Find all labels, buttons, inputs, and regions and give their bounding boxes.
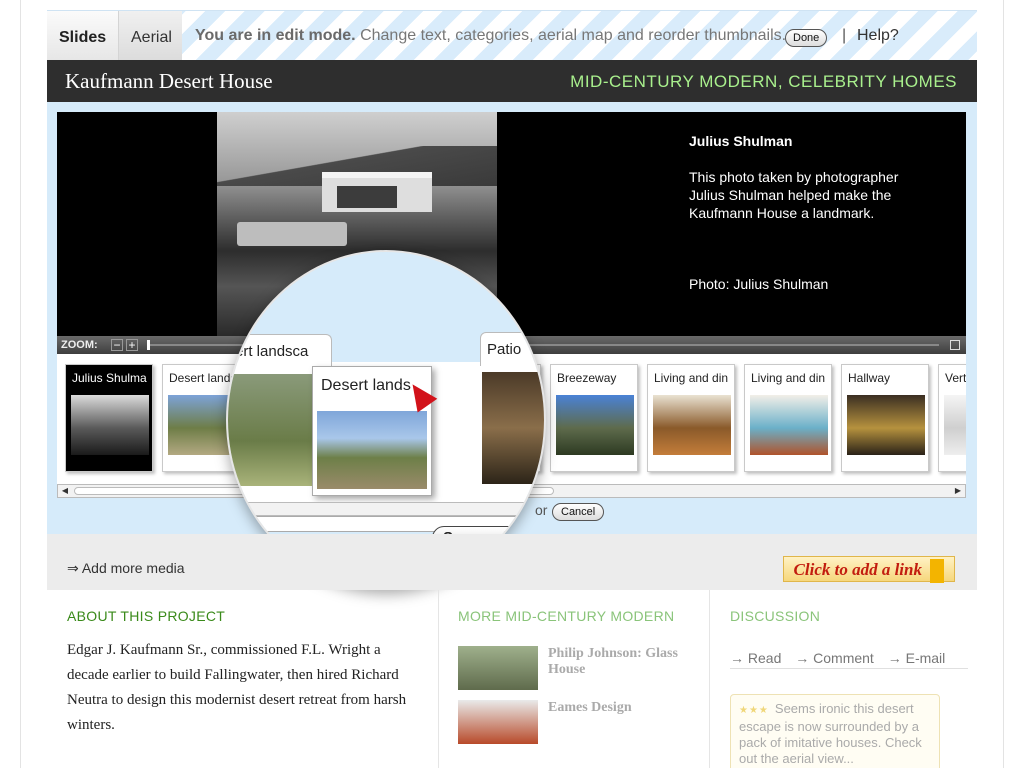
thumbnail[interactable]: Vert xyxy=(938,364,966,472)
project-categories[interactable]: MID-CENTURY MODERN, CELEBRITY HOMES xyxy=(570,72,957,92)
email-link[interactable]: → E-mail xyxy=(888,650,946,666)
thumbnail-label: Julius Shulma xyxy=(72,371,147,385)
zoom-label: ZOOM: xyxy=(61,339,98,351)
separator: | xyxy=(842,27,847,44)
slide-stage: Julius Shulman This photo taken by photo… xyxy=(57,112,966,336)
project-title[interactable]: Kaufmann Desert House xyxy=(65,69,273,94)
thumbnail-image xyxy=(944,395,966,455)
related-project[interactable]: Eames Design xyxy=(458,700,698,746)
discussion-heading: DISCUSSION xyxy=(730,608,821,624)
add-link-label: Click to add a link xyxy=(793,560,922,579)
caption-title: Julius Shulman xyxy=(689,133,793,149)
photo-credit: Photo: Julius Shulman xyxy=(689,276,829,292)
thumbnail-image xyxy=(750,395,828,455)
magnified-thumb-image xyxy=(228,374,312,486)
magnified-scrollbar xyxy=(228,502,544,516)
edit-mode-text: Change text, categories, aerial map and … xyxy=(355,27,787,44)
edit-mode-bold: You are in edit mode. xyxy=(195,27,356,44)
media-bar: ⇒ Add more media Click to add a link xyxy=(47,534,977,590)
thumbnail-image xyxy=(653,395,731,455)
edit-bar: Slides Aerial You are in edit mode. Chan… xyxy=(47,10,977,61)
thumbnail[interactable]: Julius Shulma xyxy=(65,364,153,472)
related-project-image xyxy=(458,700,538,744)
tab-slides[interactable]: Slides xyxy=(47,11,119,61)
read-link[interactable]: → Read xyxy=(730,650,781,666)
thumbnail[interactable]: Hallway xyxy=(841,364,929,472)
thumbnail[interactable]: Living and din xyxy=(744,364,832,472)
thumbnail-image xyxy=(71,395,149,455)
thumbnail[interactable]: Living and din xyxy=(647,364,735,472)
cancel-button[interactable]: Cancel xyxy=(552,503,605,521)
about-column: ABOUT THIS PROJECT Edgar J. Kaufmann Sr.… xyxy=(47,590,437,768)
related-project-title: Eames Design xyxy=(548,700,632,715)
tab-aerial[interactable]: Aerial xyxy=(119,11,182,61)
thumbnail-image xyxy=(847,395,925,455)
zoom-slider-handle[interactable] xyxy=(147,340,150,350)
discussion-links: → Read → Comment → E-mail xyxy=(730,650,968,669)
comment-link[interactable]: → Comment xyxy=(795,650,874,666)
more-heading: MORE MID-CENTURY MODERN xyxy=(458,608,675,624)
thumbnail[interactable]: Breezeway xyxy=(550,364,638,472)
thumbnail-label: Breezeway xyxy=(557,371,617,385)
magnified-thumb-image-patio xyxy=(482,372,544,484)
rating-stars-icon: ★★★ xyxy=(739,705,769,716)
dragged-thumbnail-image xyxy=(317,411,427,489)
about-text[interactable]: Edgar J. Kaufmann Sr., commissioned F.L.… xyxy=(67,638,417,738)
comment-preview[interactable]: ★★★ Seems ironic this desert escape is no… xyxy=(730,694,940,768)
help-link[interactable]: Help? xyxy=(857,27,899,45)
related-project-image xyxy=(458,646,538,690)
done-button[interactable]: Done xyxy=(785,29,828,47)
magnified-thumb-label-patio: Patio xyxy=(480,332,544,366)
related-project[interactable]: Philip Johnson: Glass House xyxy=(458,646,698,692)
magnified-thumb-label: ert landsca xyxy=(228,334,332,368)
thumbnail-label: Vert xyxy=(945,371,966,385)
add-more-media-link[interactable]: ⇒ Add more media xyxy=(67,560,185,577)
add-link-button[interactable]: Click to add a link xyxy=(782,556,955,584)
zoom-in-button[interactable]: + xyxy=(126,339,138,351)
about-heading: ABOUT THIS PROJECT xyxy=(67,608,226,624)
more-column: MORE MID-CENTURY MODERN Philip Johnson: … xyxy=(438,590,708,768)
play-arrow-icon xyxy=(930,559,944,584)
thumbnail-image xyxy=(556,395,634,455)
edit-mode-message: You are in edit mode. Change text, categ… xyxy=(195,27,786,45)
scroll-left-arrow-icon[interactable]: ◀ xyxy=(58,485,72,497)
thumbnail-label: Living and din xyxy=(654,371,729,385)
thumbnail-label: Hallway xyxy=(848,371,891,385)
related-project-title: Philip Johnson: Glass House xyxy=(548,646,678,677)
slide-caption[interactable]: Julius Shulman This photo taken by photo… xyxy=(689,132,929,222)
discussion-column: DISCUSSION → Read → Comment → E-mail ★★★… xyxy=(709,590,977,768)
scroll-right-arrow-icon[interactable]: ▶ xyxy=(951,485,965,497)
thumbnail-label: Living and din xyxy=(751,371,826,385)
caption-body: This photo taken by photographer Julius … xyxy=(689,169,899,221)
fullscreen-icon[interactable] xyxy=(950,340,960,350)
title-bar: Kaufmann Desert House MID-CENTURY MODERN… xyxy=(47,60,977,102)
zoom-out-button[interactable]: − xyxy=(111,339,123,351)
